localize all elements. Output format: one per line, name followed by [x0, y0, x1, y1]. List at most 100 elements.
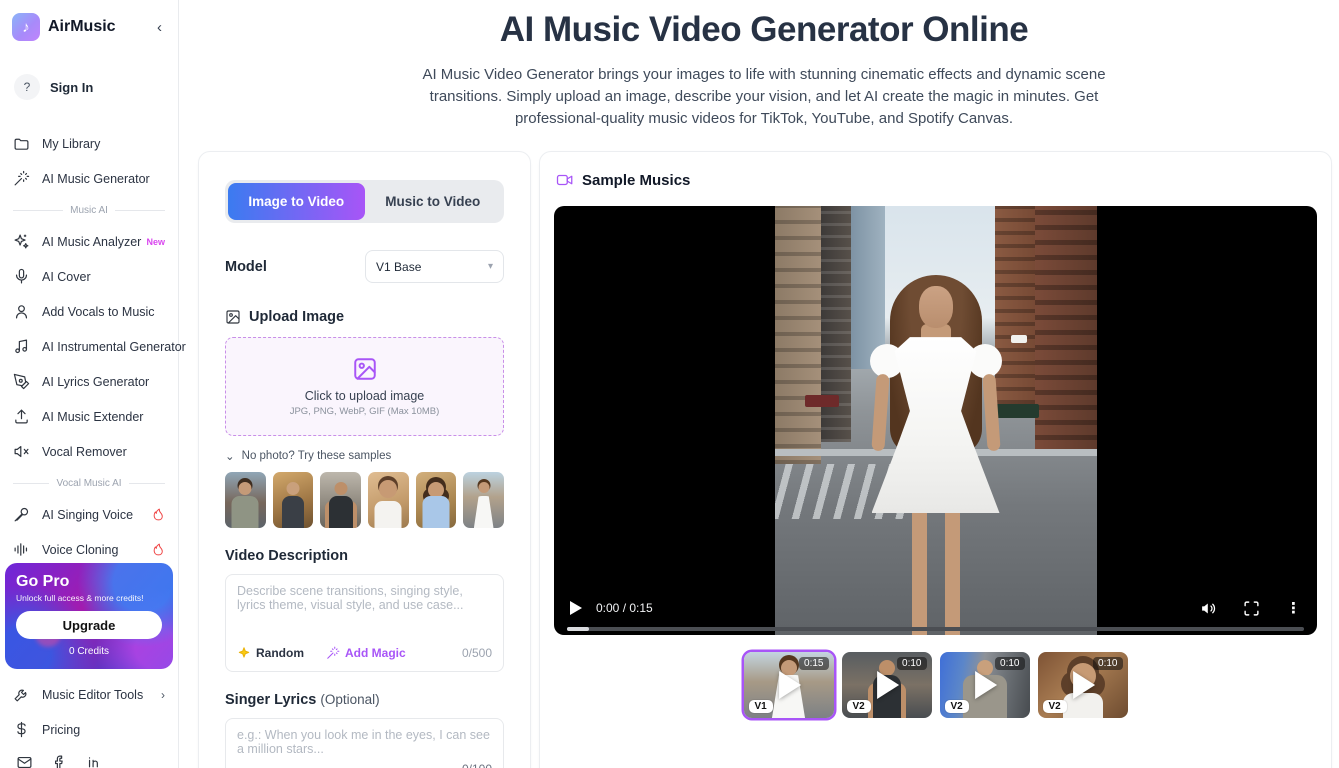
awning-left: [805, 395, 839, 407]
sidebar-item-label: AI Singing Voice: [42, 508, 133, 522]
lyrics-char-counter: 0/100: [237, 762, 492, 768]
sidebar-item-add-vocals[interactable]: Add Vocals to Music: [0, 294, 178, 329]
sparkle-icon: [237, 646, 251, 660]
woman-face: [919, 286, 953, 328]
tab-image-to-video[interactable]: Image to Video: [228, 183, 365, 220]
sidebar-item-ai-music-generator[interactable]: AI Music Generator: [0, 161, 178, 196]
sample-musics-panel: Sample Musics: [539, 151, 1332, 768]
video-thumbnail-2[interactable]: 0:10 V2: [842, 652, 932, 718]
model-value: V1 Base: [376, 260, 421, 274]
sidebar-item-ai-cover[interactable]: AI Cover: [0, 259, 178, 294]
video-player[interactable]: 0:00 / 0:15 ⋮: [554, 206, 1317, 635]
samples-toggle-label: No photo? Try these samples: [242, 450, 392, 462]
sidebar-item-label: AI Lyrics Generator: [42, 375, 149, 389]
video-description-label: Video Description: [225, 548, 504, 564]
pen-nib-icon: [13, 373, 30, 390]
random-button[interactable]: Random: [237, 646, 304, 660]
add-magic-label: Add Magic: [345, 646, 406, 660]
tab-music-to-video[interactable]: Music to Video: [365, 183, 502, 220]
figure: [239, 482, 252, 495]
user-icon: [13, 303, 30, 320]
play-icon: [877, 671, 899, 699]
figure-body: [329, 496, 353, 528]
sidebar-item-label: Music Editor Tools: [42, 688, 143, 702]
sidebar-item-vocal-remover[interactable]: Vocal Remover: [0, 434, 178, 469]
sidebar-item-ai-lyrics-generator[interactable]: AI Lyrics Generator: [0, 364, 178, 399]
samples-toggle[interactable]: ⌄ No photo? Try these samples: [225, 449, 504, 463]
figure: [287, 482, 300, 495]
sidebar-nav: My Library AI Music Generator Music AI A…: [0, 126, 178, 567]
email-icon[interactable]: [16, 754, 33, 768]
sidebar-item-ai-instrumental-generator[interactable]: AI Instrumental Generator: [0, 329, 178, 364]
upload-dropzone[interactable]: Click to upload image JPG, PNG, WebP, GI…: [225, 337, 504, 436]
sample-image-man-suit[interactable]: [273, 472, 314, 528]
main-content: AI Music Video Generator Online AI Music…: [179, 0, 1339, 768]
sample-image-woman-blue-top[interactable]: [416, 472, 457, 528]
video-description-input[interactable]: [237, 584, 492, 636]
sidebar-item-my-library[interactable]: My Library: [0, 126, 178, 161]
facebook-icon[interactable]: [51, 754, 68, 768]
upload-image-icon: [352, 356, 378, 382]
figure-body: [423, 496, 450, 528]
volume-icon[interactable]: [1200, 600, 1217, 617]
more-options-icon[interactable]: ⋮: [1286, 601, 1301, 616]
sidebar-item-label: Pricing: [42, 723, 80, 737]
player-controls-right: ⋮: [1200, 600, 1301, 617]
sidebar-item-ai-singing-voice[interactable]: AI Singing Voice: [0, 497, 178, 532]
fullscreen-icon[interactable]: [1243, 600, 1260, 617]
upgrade-button[interactable]: Upgrade: [16, 611, 162, 639]
play-button[interactable]: [570, 601, 582, 615]
video-thumbnail-1[interactable]: 0:15 V1: [744, 652, 834, 718]
sidebar-item-pricing[interactable]: Pricing: [0, 712, 178, 747]
chevron-down-icon: ▾: [488, 261, 493, 272]
progress-bar[interactable]: [567, 627, 1304, 631]
sidebar: ♪ AirMusic ‹ ? Sign In My Library AI Mus…: [0, 0, 179, 768]
sample-musics-header: Sample Musics: [554, 166, 1317, 189]
sidebar-item-label: Voice Cloning: [42, 543, 118, 557]
figure-body: [232, 496, 259, 528]
sample-image-woman-smiling[interactable]: [368, 472, 409, 528]
upload-label-row: Upload Image: [225, 309, 504, 325]
sample-image-woman-white-dress[interactable]: [463, 472, 504, 528]
sidebar-item-ai-music-extender[interactable]: AI Music Extender: [0, 399, 178, 434]
sidebar-item-label: AI Music Generator: [42, 172, 150, 186]
version-badge: V1: [749, 700, 773, 713]
collapse-sidebar-icon[interactable]: ‹: [153, 19, 166, 36]
sidebar-item-ai-music-analyzer[interactable]: AI Music Analyzer New: [0, 224, 178, 259]
video-thumbnail-4[interactable]: 0:10 V2: [1038, 652, 1128, 718]
go-pro-card: Go Pro Unlock full access & more credits…: [5, 563, 173, 669]
sidebar-item-voice-cloning[interactable]: Voice Cloning: [0, 532, 178, 567]
singer-lyrics-label: Singer Lyrics (Optional): [225, 692, 504, 708]
play-icon: [779, 671, 801, 699]
sidebar-item-music-editor-tools[interactable]: Music Editor Tools ›: [0, 677, 178, 712]
model-select[interactable]: V1 Base ▾: [365, 250, 504, 283]
figure: [334, 482, 347, 495]
credits-count: 0 Credits: [16, 646, 162, 657]
video-description-box: Random Add Magic 0/500: [225, 574, 504, 672]
sidebar-item-label: AI Music Extender: [42, 410, 143, 424]
street-sign: [1011, 335, 1027, 343]
duration-badge: 0:15: [799, 657, 828, 670]
sidebar-item-label: AI Cover: [42, 270, 91, 284]
sparkles-icon: [13, 233, 30, 250]
player-controls: 0:00 / 0:15 ⋮: [554, 595, 1317, 621]
sidebar-item-label: Add Vocals to Music: [42, 305, 155, 319]
image-icon: [225, 309, 241, 325]
sample-image-man-curly[interactable]: [225, 472, 266, 528]
singer-lyrics-input[interactable]: [237, 728, 492, 762]
chevron-right-icon: ›: [161, 688, 165, 702]
building-right: [1035, 206, 1097, 455]
sample-image-man-tank[interactable]: [320, 472, 361, 528]
go-pro-title: Go Pro: [16, 573, 162, 591]
sign-in-button[interactable]: ? Sign In: [0, 70, 178, 104]
music-notes-icon: [13, 338, 30, 355]
sample-images-row: [225, 472, 504, 528]
add-magic-button[interactable]: Add Magic: [326, 646, 406, 660]
sidebar-item-label: Vocal Remover: [42, 445, 127, 459]
waveform-icon: [13, 541, 30, 558]
description-toolbar: Random Add Magic 0/500: [237, 642, 492, 664]
video-thumbnail-3[interactable]: 0:10 V2: [940, 652, 1030, 718]
linkedin-icon[interactable]: [86, 754, 103, 768]
wrench-icon: [13, 686, 30, 703]
magic-wand-icon: [326, 646, 340, 660]
